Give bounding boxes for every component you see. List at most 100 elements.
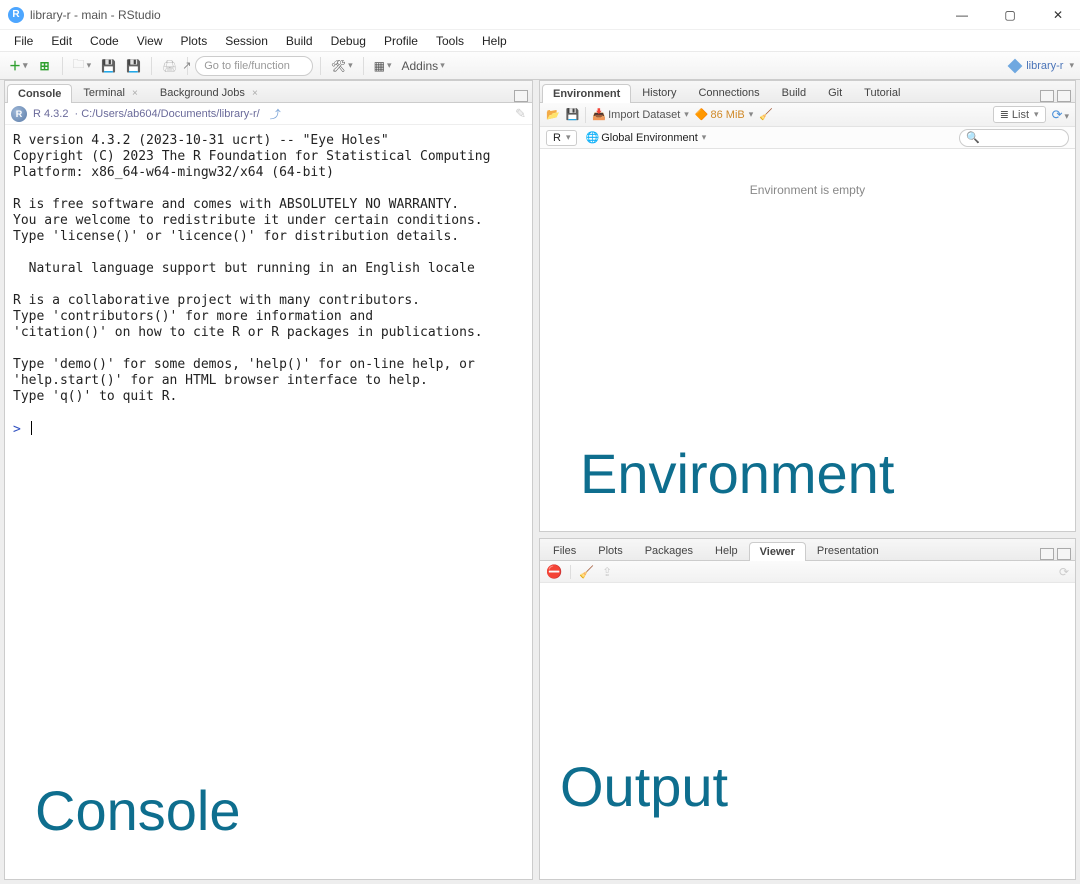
close-icon[interactable]: × [132, 88, 138, 99]
main-toolbar: ＋▾ ⊞ 🗀▾ 💾 💾 🖨 Go to file/function 🛠▾ ▦▾ … [0, 52, 1080, 80]
tab-presentation[interactable]: Presentation [806, 541, 890, 560]
rstudio-app-icon: R [8, 7, 24, 23]
viewer-publish-icon[interactable]: ⟳ [1059, 565, 1069, 579]
left-column: Console Terminal × Background Jobs × R R… [4, 80, 533, 880]
language-scope-dropdown[interactable]: R ▾ [546, 130, 577, 146]
tab-plots[interactable]: Plots [587, 541, 633, 560]
addins-button[interactable]: Addins ▾ [398, 56, 447, 76]
tab-connections[interactable]: Connections [687, 83, 770, 102]
menu-plots[interactable]: Plots [173, 32, 216, 50]
console-pane-controls [514, 90, 532, 102]
viewer-toolbar: ⛔ 🧹 ⇪ ⟳ [540, 561, 1075, 583]
tab-terminal[interactable]: Terminal × [72, 83, 148, 102]
r-logo-icon: R [11, 106, 27, 122]
window-minimize-button[interactable]: — [948, 8, 976, 22]
viewer-export-icon[interactable]: ⇪ [602, 565, 612, 579]
project-switcher[interactable]: library-r ▾ [1008, 59, 1074, 73]
new-file-button[interactable]: ＋▾ [6, 56, 31, 76]
new-project-button[interactable]: ⊞ [35, 56, 55, 76]
tab-background-jobs[interactable]: Background Jobs × [149, 83, 269, 102]
environment-empty-text: Environment is empty [750, 183, 865, 197]
console-prompt: > [13, 422, 29, 437]
environment-scope-bar: R ▾ 🌐 Global Environment ▾ 🔍 [540, 127, 1075, 149]
menu-debug[interactable]: Debug [323, 32, 374, 50]
stop-icon[interactable]: ⛔ [546, 564, 562, 580]
save-button[interactable]: 💾 [98, 56, 119, 76]
environment-search-input[interactable]: 🔍 [959, 129, 1069, 147]
window-maximize-button[interactable]: ▢ [996, 8, 1024, 22]
load-workspace-icon[interactable]: 📂 [546, 108, 560, 121]
save-workspace-icon[interactable]: 💾 [566, 108, 580, 121]
console-tabrow: Console Terminal × Background Jobs × [5, 81, 532, 103]
menu-view[interactable]: View [129, 32, 171, 50]
console-output[interactable]: R version 4.3.2 (2023-10-31 ucrt) -- "Ey… [5, 125, 532, 879]
output-tabrow: Files Plots Packages Help Viewer Present… [540, 539, 1075, 561]
tab-bgjobs-label: Background Jobs [160, 87, 245, 99]
view-mode-dropdown[interactable]: ≣ List ▾ [993, 106, 1046, 123]
pane-minimize-button[interactable] [1040, 548, 1054, 560]
environment-scope-dropdown[interactable]: 🌐 Global Environment ▾ [585, 131, 706, 144]
window-titlebar: R library-r - main - RStudio — ▢ ✕ [0, 0, 1080, 30]
pane-maximize-button[interactable] [514, 90, 528, 102]
view-mode-label: List [1012, 109, 1029, 121]
tab-git[interactable]: Git [817, 83, 853, 102]
viewer-body: Output [540, 583, 1075, 879]
tools-dropdown-button[interactable]: 🛠▾ [328, 56, 356, 76]
clear-console-icon[interactable]: ✎ [515, 106, 526, 122]
tab-tutorial[interactable]: Tutorial [853, 83, 911, 102]
memory-usage-indicator[interactable]: 🔶 86 MiB ▾ [695, 108, 753, 121]
tab-packages[interactable]: Packages [634, 541, 704, 560]
pane-maximize-button[interactable] [1057, 548, 1071, 560]
annotation-output: Output [560, 754, 728, 819]
menu-build[interactable]: Build [278, 32, 321, 50]
right-column: Environment History Connections Build Gi… [539, 80, 1076, 880]
pin-icon[interactable]: ⤴ [270, 106, 281, 122]
annotation-console: Console [35, 803, 240, 819]
refresh-icon[interactable]: ⟳▾ [1052, 107, 1069, 123]
import-dataset-button[interactable]: 📥 Import Dataset ▾ [592, 108, 688, 121]
tab-console[interactable]: Console [7, 84, 72, 103]
menubar: File Edit Code View Plots Session Build … [0, 30, 1080, 52]
menu-session[interactable]: Session [217, 32, 276, 50]
menu-help[interactable]: Help [474, 32, 515, 50]
menu-file[interactable]: File [6, 32, 41, 50]
working-dir-label: · C:/Users/ab604/Documents/library-r/ [74, 108, 259, 120]
print-button[interactable]: 🖨 [159, 56, 180, 76]
open-file-button[interactable]: 🗀▾ [70, 56, 95, 76]
menu-tools[interactable]: Tools [428, 32, 472, 50]
close-icon[interactable]: × [252, 88, 258, 99]
menu-code[interactable]: Code [82, 32, 127, 50]
goto-file-function-input[interactable]: Go to file/function [195, 56, 313, 76]
addins-label: Addins [401, 59, 438, 73]
environment-body: Environment is empty Environment [540, 149, 1075, 531]
language-scope-label: R [553, 132, 561, 144]
output-pane-controls [1040, 548, 1075, 560]
tab-files[interactable]: Files [542, 541, 587, 560]
environment-scope-label: Global Environment [601, 132, 698, 144]
save-all-button[interactable]: 💾 [123, 56, 144, 76]
window-close-button[interactable]: ✕ [1044, 8, 1072, 22]
output-pane: Files Plots Packages Help Viewer Present… [539, 538, 1076, 880]
pane-minimize-button[interactable] [1040, 90, 1054, 102]
import-dataset-label: Import Dataset [608, 109, 680, 121]
viewer-broom-icon[interactable]: 🧹 [579, 565, 594, 579]
console-startup-text: R version 4.3.2 (2023-10-31 ucrt) -- "Ey… [13, 133, 490, 404]
tab-terminal-label: Terminal [83, 87, 125, 99]
tab-build[interactable]: Build [771, 83, 817, 102]
tab-environment[interactable]: Environment [542, 84, 631, 103]
environment-pane: Environment History Connections Build Gi… [539, 80, 1076, 532]
r-version-label: R 4.3.2 [33, 108, 68, 120]
globe-icon: 🌐 [585, 131, 599, 144]
grid-dropdown-button[interactable]: ▦▾ [371, 56, 395, 76]
window-title: library-r - main - RStudio [30, 8, 948, 22]
menu-profile[interactable]: Profile [376, 32, 426, 50]
console-path-bar: R R 4.3.2 · C:/Users/ab604/Documents/lib… [5, 103, 532, 125]
project-name-label: library-r [1026, 60, 1063, 72]
annotation-environment: Environment [580, 441, 894, 506]
broom-icon[interactable]: 🧹 [759, 108, 773, 121]
pane-maximize-button[interactable] [1057, 90, 1071, 102]
menu-edit[interactable]: Edit [43, 32, 80, 50]
tab-history[interactable]: History [631, 83, 687, 102]
tab-viewer[interactable]: Viewer [749, 542, 806, 561]
tab-help[interactable]: Help [704, 541, 749, 560]
